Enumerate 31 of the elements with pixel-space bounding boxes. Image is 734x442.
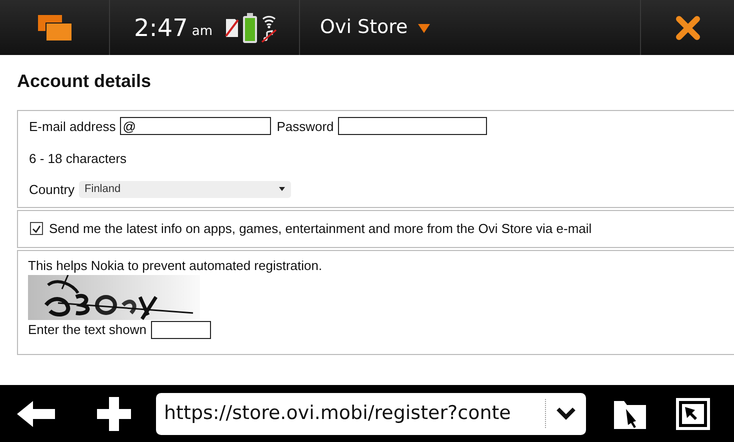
captcha-note: This helps Nokia to prevent automated registration. [28,256,322,275]
close-icon[interactable] [676,16,700,40]
country-label: Country [29,180,75,199]
newsletter-label: Send me the latest info on apps, games, entertainment and more from the Ovi Store via e-mail [49,220,592,238]
app-title[interactable]: Ovi Store [320,13,408,42]
clock-period: am [192,22,213,41]
back-icon [17,400,55,426]
newsletter-checkbox[interactable] [30,222,43,236]
battery-icon [242,12,257,42]
chevron-down-icon[interactable] [556,406,576,420]
bookmarks-button[interactable] [614,398,646,428]
clock-time: 2:47 [134,12,188,44]
password-field[interactable] [338,117,487,136]
plus-icon [97,396,131,430]
check-icon [32,224,41,233]
window-icon [676,398,710,430]
country-select[interactable]: Finland [78,180,291,198]
captcha-field[interactable] [150,320,211,339]
task-switcher-icon[interactable] [38,14,72,40]
email-label: E-mail address [29,118,116,136]
caret-icon [278,187,285,192]
password-hint: 6 - 18 characters [29,150,127,168]
email-field[interactable]: @ [120,117,271,136]
password-label: Password [276,118,334,136]
address-bar[interactable]: https://store.ovi.mobi/register?conte [156,392,586,434]
captcha-prompt: Enter the text shown [28,321,147,340]
sim-card-icon [224,18,239,38]
dropdown-icon[interactable] [418,22,430,32]
page-heading: Account details [17,71,152,93]
folder-icon [614,398,646,428]
fullscreen-button[interactable] [676,398,710,430]
